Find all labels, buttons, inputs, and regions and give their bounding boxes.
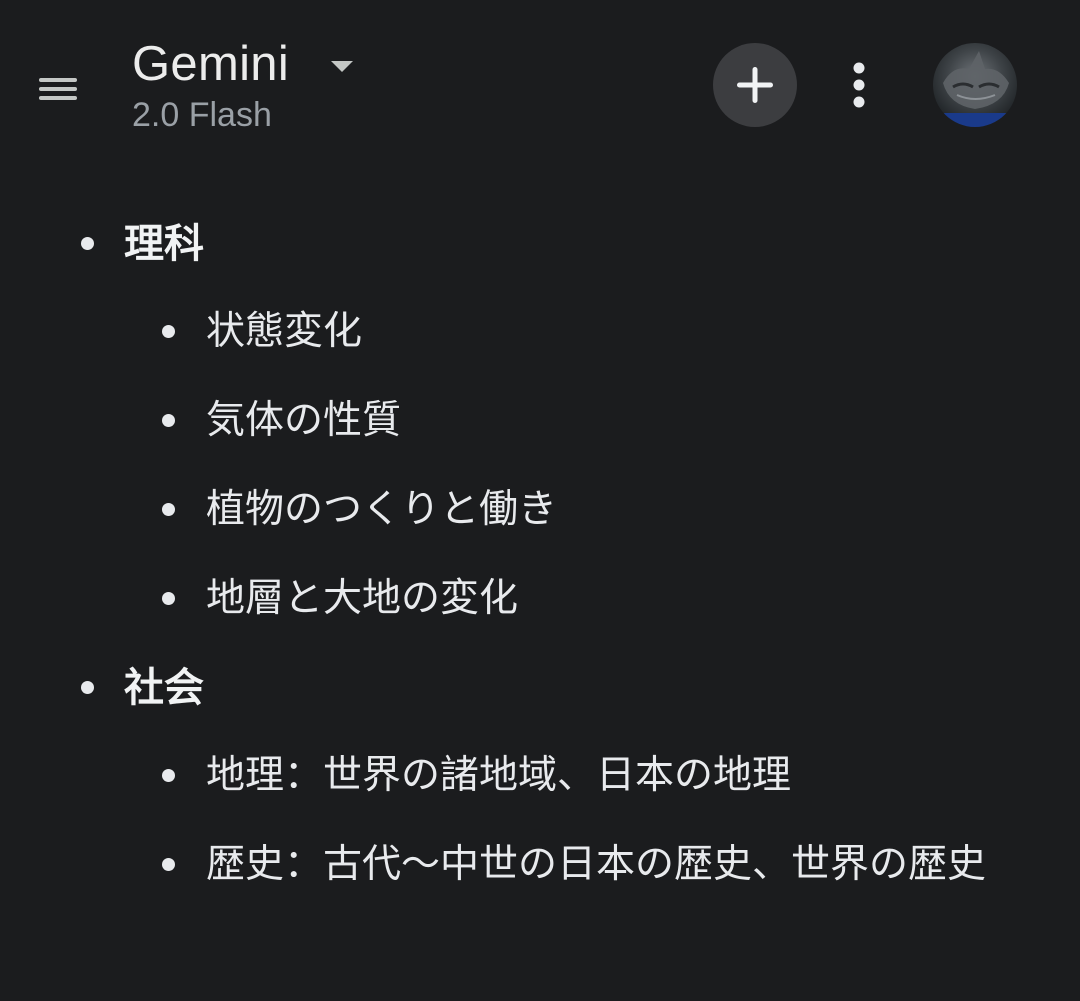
response-content: 理科 状態変化 気体の性質 植物のつくりと働き 地層と大地の変化 社会 地理：世… bbox=[0, 200, 1080, 1001]
section-title: 社会 bbox=[0, 644, 1080, 732]
plus-icon bbox=[737, 67, 773, 103]
bullet-icon bbox=[162, 592, 175, 605]
menu-button[interactable] bbox=[28, 64, 88, 114]
list-item: 状態変化 bbox=[0, 288, 1080, 377]
bullet-icon bbox=[81, 681, 94, 694]
list-item: 植物のつくりと働き bbox=[0, 466, 1080, 555]
bullet-icon bbox=[162, 503, 175, 516]
section-science: 理科 状態変化 気体の性質 植物のつくりと働き 地層と大地の変化 bbox=[0, 200, 1080, 644]
caret-down-icon bbox=[329, 59, 355, 75]
model-name: 2.0 Flash bbox=[132, 96, 272, 134]
section-social-studies: 社会 地理：世界の諸地域、日本の地理 歴史：古代〜中世の日本の歴史、世界の歴史 bbox=[0, 644, 1080, 1001]
bullet-icon bbox=[162, 414, 175, 427]
bullet-icon bbox=[162, 769, 175, 782]
bullet-icon bbox=[162, 325, 175, 338]
list-item: 地理：世界の諸地域、日本の地理 bbox=[0, 732, 1080, 821]
new-chat-button[interactable] bbox=[713, 43, 797, 127]
list-item: 気体の性質 bbox=[0, 377, 1080, 466]
app-header: Gemini 2.0 Flash bbox=[0, 0, 1080, 170]
list-item: 歴史：古代〜中世の日本の歴史、世界の歴史 bbox=[0, 821, 1080, 1001]
hamburger-menu-icon bbox=[39, 78, 77, 100]
list-item: 地層と大地の変化 bbox=[0, 555, 1080, 644]
bullet-icon bbox=[162, 858, 175, 871]
model-selector[interactable]: Gemini 2.0 Flash bbox=[132, 36, 355, 135]
vertical-dots-icon bbox=[853, 62, 865, 108]
bullet-icon bbox=[81, 237, 94, 250]
app-title: Gemini bbox=[132, 37, 290, 91]
user-avatar[interactable] bbox=[933, 43, 1017, 127]
more-options-button[interactable] bbox=[834, 55, 884, 115]
section-title: 理科 bbox=[0, 200, 1080, 288]
